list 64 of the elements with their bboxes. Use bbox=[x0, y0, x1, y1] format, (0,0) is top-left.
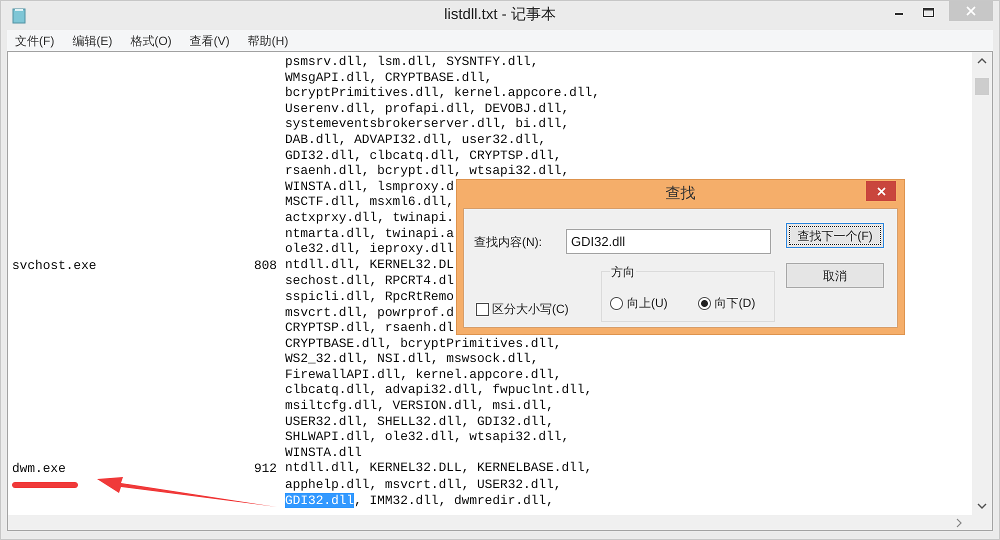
text-line: clbcatq.dll, advapi32.dll, fwpuclnt.dll, bbox=[285, 382, 592, 398]
radio-button[interactable] bbox=[610, 296, 623, 310]
text-line: Userenv.dll, profapi.dll, DEVOBJ.dll, bbox=[285, 100, 570, 116]
menu-item[interactable]: 查看(V) bbox=[190, 32, 230, 50]
text-line: msvcrt.dll, powrprof.d bbox=[285, 304, 454, 320]
cancel-button[interactable]: 取消 bbox=[786, 263, 884, 288]
scroll-up-icon[interactable] bbox=[977, 58, 987, 64]
text-line: SHLWAPI.dll, ole32.dll, wtsapi32.dll, bbox=[285, 429, 570, 445]
minimize-icon[interactable] bbox=[895, 13, 905, 16]
menu-item[interactable]: 格式(O) bbox=[130, 32, 172, 50]
find-input[interactable]: GDI32.dll bbox=[566, 229, 771, 254]
window-title: listdll.txt - 记事本 bbox=[444, 5, 556, 26]
text-line: ntdll.dll, KERNEL32.DLL, KERNELBASE.dll, bbox=[285, 460, 592, 478]
text-line: GDI32.dll, clbcatq.dll, CRYPTSP.dll, bbox=[285, 148, 562, 164]
text-line: bcryptPrimitives.dll, kernel.appcore.dll, bbox=[285, 85, 600, 101]
scroll-right-icon[interactable] bbox=[956, 518, 962, 528]
process-name: svchost.exe bbox=[12, 258, 96, 273]
radio-button[interactable] bbox=[698, 296, 711, 310]
text-line: WS2_32.dll, NSI.dll, mswsock.dll, bbox=[285, 351, 538, 367]
maximize-icon[interactable] bbox=[923, 8, 935, 18]
menu-item[interactable]: 文件(F) bbox=[15, 32, 54, 50]
close-icon bbox=[876, 186, 886, 196]
text-line: WINSTA.dll bbox=[285, 444, 362, 460]
annotation-underline bbox=[11, 481, 79, 489]
process-id: 808 bbox=[254, 258, 277, 273]
text-line: psmsrv.dll, lsm.dll, SYSNTFY.dll, bbox=[285, 54, 538, 70]
close-icon bbox=[966, 6, 976, 16]
scroll-thumb[interactable] bbox=[975, 78, 989, 95]
text-line: MSCTF.dll, msxml6.dll, bbox=[285, 194, 454, 210]
text-line: ole32.dll, ieproxy.dll bbox=[285, 241, 454, 257]
radio-option[interactable]: 向上(U) bbox=[610, 294, 668, 312]
text-line: WMsgAPI.dll, CRYPTBASE.dll, bbox=[285, 70, 492, 86]
text-line: apphelp.dll, msvcrt.dll, USER32.dll, bbox=[285, 477, 562, 493]
text-line: ntmarta.dll, twinapi.a bbox=[285, 226, 454, 242]
text-line: USER32.dll, SHELL32.dll, GDI32.dll, bbox=[285, 414, 554, 430]
match-case-option[interactable]: 区分大小写(C) bbox=[476, 300, 569, 318]
dialog-close-button[interactable] bbox=[866, 181, 896, 201]
scroll-down-icon[interactable] bbox=[977, 503, 987, 509]
radio-option[interactable]: 向下(D) bbox=[698, 294, 756, 312]
dialog-title: 查找 bbox=[666, 184, 696, 204]
process-id: 912 bbox=[254, 461, 277, 476]
text-line: sechost.dll, RPCRT4.dl bbox=[285, 273, 454, 289]
text-line: systemeventsbrokerserver.dll, bi.dll, bbox=[285, 116, 570, 132]
text-line: FirewallAPI.dll, kernel.appcore.dll, bbox=[285, 366, 562, 382]
text-line: sspicli.dll, RpcRtRemo bbox=[285, 288, 454, 304]
search-match: GDI32.dll bbox=[285, 492, 354, 508]
process-name: dwm.exe bbox=[12, 461, 66, 476]
text-line: , IMM32.dll, dwmredir.dll, bbox=[354, 492, 554, 508]
text-line: rsaenh.dll, bcrypt.dll, wtsapi32.dll, bbox=[285, 163, 570, 179]
text-line: CRYPTBASE.dll, bcryptPrimitives.dll, bbox=[285, 336, 562, 352]
text-line: CRYPTSP.dll, rsaenh.dl bbox=[285, 320, 454, 336]
menu-item[interactable]: 帮助(H) bbox=[248, 32, 288, 50]
menu-item[interactable]: 编辑(E) bbox=[72, 32, 112, 50]
notepad-icon bbox=[12, 8, 26, 24]
text-line: WINSTA.dll, lsmproxy.d bbox=[285, 178, 454, 194]
text-line: DAB.dll, ADVAPI32.dll, user32.dll, bbox=[285, 132, 546, 148]
text-line: ntdll.dll, KERNEL32.DL bbox=[285, 256, 454, 274]
find-next-button[interactable]: 查找下一个(F) bbox=[786, 223, 884, 248]
text-line: msiltcfg.dll, VERSION.dll, msi.dll, bbox=[285, 398, 554, 414]
find-label: 查找内容(N): bbox=[474, 234, 542, 250]
horizontal-scrollbar[interactable] bbox=[8, 515, 992, 530]
vertical-scrollbar[interactable] bbox=[972, 52, 992, 515]
checkbox[interactable] bbox=[476, 302, 489, 316]
text-line: actxprxy.dll, twinapi. bbox=[285, 210, 454, 226]
